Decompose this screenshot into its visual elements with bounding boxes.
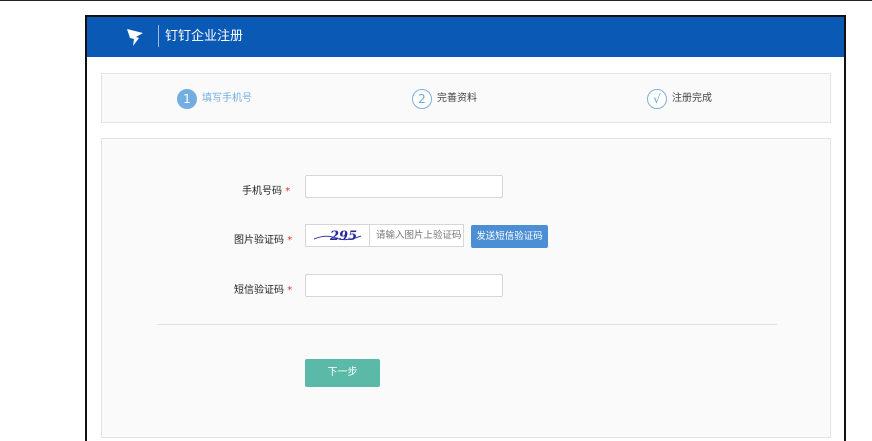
sms-code-label: 短信验证码 * <box>234 281 292 296</box>
captcha-image-graphic: 295 <box>313 229 362 244</box>
step-1-circle: 1 <box>177 89 197 109</box>
captcha-label: 图片验证码 * <box>234 231 292 246</box>
page-title: 钉钉企业注册 <box>165 29 244 44</box>
sms-code-label-text: 短信验证码 <box>234 285 284 296</box>
captcha-input[interactable] <box>369 224 464 247</box>
progress-steps: 1 填写手机号 2 完善资料 √ 注册完成 <box>101 73 831 123</box>
send-sms-button[interactable]: 发送短信验证码 <box>471 225 548 248</box>
captcha-label-text: 图片验证码 <box>234 235 284 246</box>
step-2-label: 完善资料 <box>437 93 477 104</box>
phone-input[interactable] <box>305 175 503 198</box>
captcha-code: 295 <box>329 229 357 244</box>
phone-label: 手机号码 * <box>242 182 290 197</box>
header-separator <box>158 25 159 47</box>
required-mark: * <box>285 186 291 197</box>
phone-label-text: 手机号码 <box>242 186 282 197</box>
required-mark: * <box>287 235 293 246</box>
registration-window: 钉钉企业注册 1 填写手机号 2 完善资料 √ 注册完成 手机号码 * 图片验证… <box>85 15 846 441</box>
step-3-label: 注册完成 <box>672 93 712 104</box>
step-2-circle: 2 <box>412 89 432 109</box>
step-3-checkmark-icon: √ <box>647 89 667 109</box>
registration-form: 手机号码 * 图片验证码 * 295 发送短信验证码 短信验证码 * 下一步 <box>101 138 831 438</box>
captcha-image[interactable]: 295 <box>305 224 369 247</box>
top-border-line <box>0 0 872 1</box>
dingtalk-logo-icon <box>127 29 143 46</box>
form-divider <box>157 324 777 325</box>
step-1-label: 填写手机号 <box>202 93 252 104</box>
required-mark: * <box>287 285 293 296</box>
header-bar: 钉钉企业注册 <box>87 17 844 57</box>
sms-code-input[interactable] <box>305 274 503 297</box>
next-button[interactable]: 下一步 <box>305 359 380 387</box>
